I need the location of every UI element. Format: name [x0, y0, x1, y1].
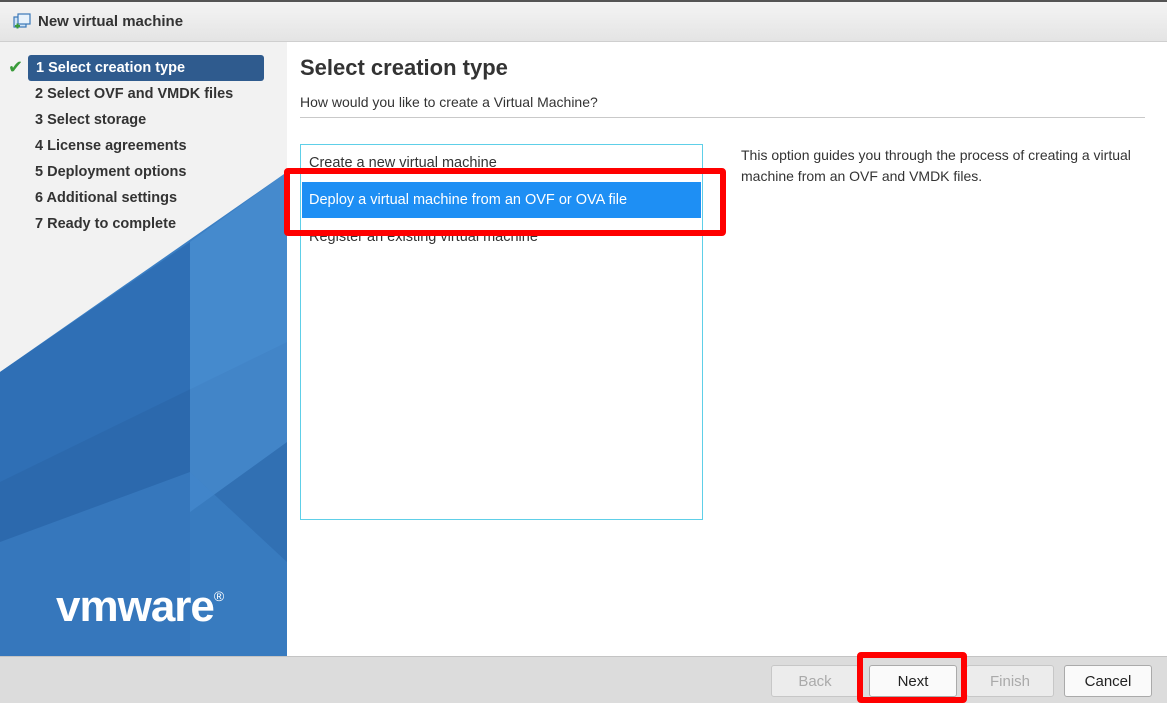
checkmark-icon: ✔: [8, 57, 24, 77]
option-register-existing-vm[interactable]: Register an existing virtual machine: [302, 219, 701, 255]
finish-button[interactable]: Finish: [966, 665, 1054, 697]
divider: [300, 117, 1145, 118]
page-subtitle: How would you like to create a Virtual M…: [300, 94, 598, 110]
back-button[interactable]: Back: [771, 665, 859, 697]
creation-type-list[interactable]: Create a new virtual machine Deploy a vi…: [300, 144, 703, 520]
wizard-sidebar: ✔ 1 Select creation type 2 Select OVF an…: [0, 42, 287, 656]
title-bar: New virtual machine: [0, 0, 1167, 42]
option-create-new-vm[interactable]: Create a new virtual machine: [302, 145, 701, 181]
step-select-creation-type[interactable]: ✔ 1 Select creation type: [0, 55, 287, 81]
next-button[interactable]: Next: [869, 665, 957, 697]
option-description: This option guides you through the proce…: [741, 147, 1131, 184]
step-license-agreements[interactable]: 4 License agreements: [0, 133, 287, 159]
wizard-steps: ✔ 1 Select creation type 2 Select OVF an…: [0, 55, 287, 237]
window-title: New virtual machine: [38, 13, 184, 30]
vmware-logo: vmware®: [56, 582, 224, 631]
wizard-content: Select creation type How would you like …: [287, 42, 1167, 656]
option-deploy-from-ovf[interactable]: Deploy a virtual machine from an OVF or …: [302, 182, 701, 218]
step-select-storage[interactable]: 3 Select storage: [0, 107, 287, 133]
cancel-button[interactable]: Cancel: [1064, 665, 1152, 697]
step-additional-settings[interactable]: 6 Additional settings: [0, 185, 287, 211]
step-ready-to-complete[interactable]: 7 Ready to complete: [0, 211, 287, 237]
new-vm-icon: [13, 13, 31, 29]
step-deployment-options[interactable]: 5 Deployment options: [0, 159, 287, 185]
step-select-ovf-vmdk[interactable]: 2 Select OVF and VMDK files: [0, 81, 287, 107]
page-title: Select creation type: [300, 55, 508, 80]
